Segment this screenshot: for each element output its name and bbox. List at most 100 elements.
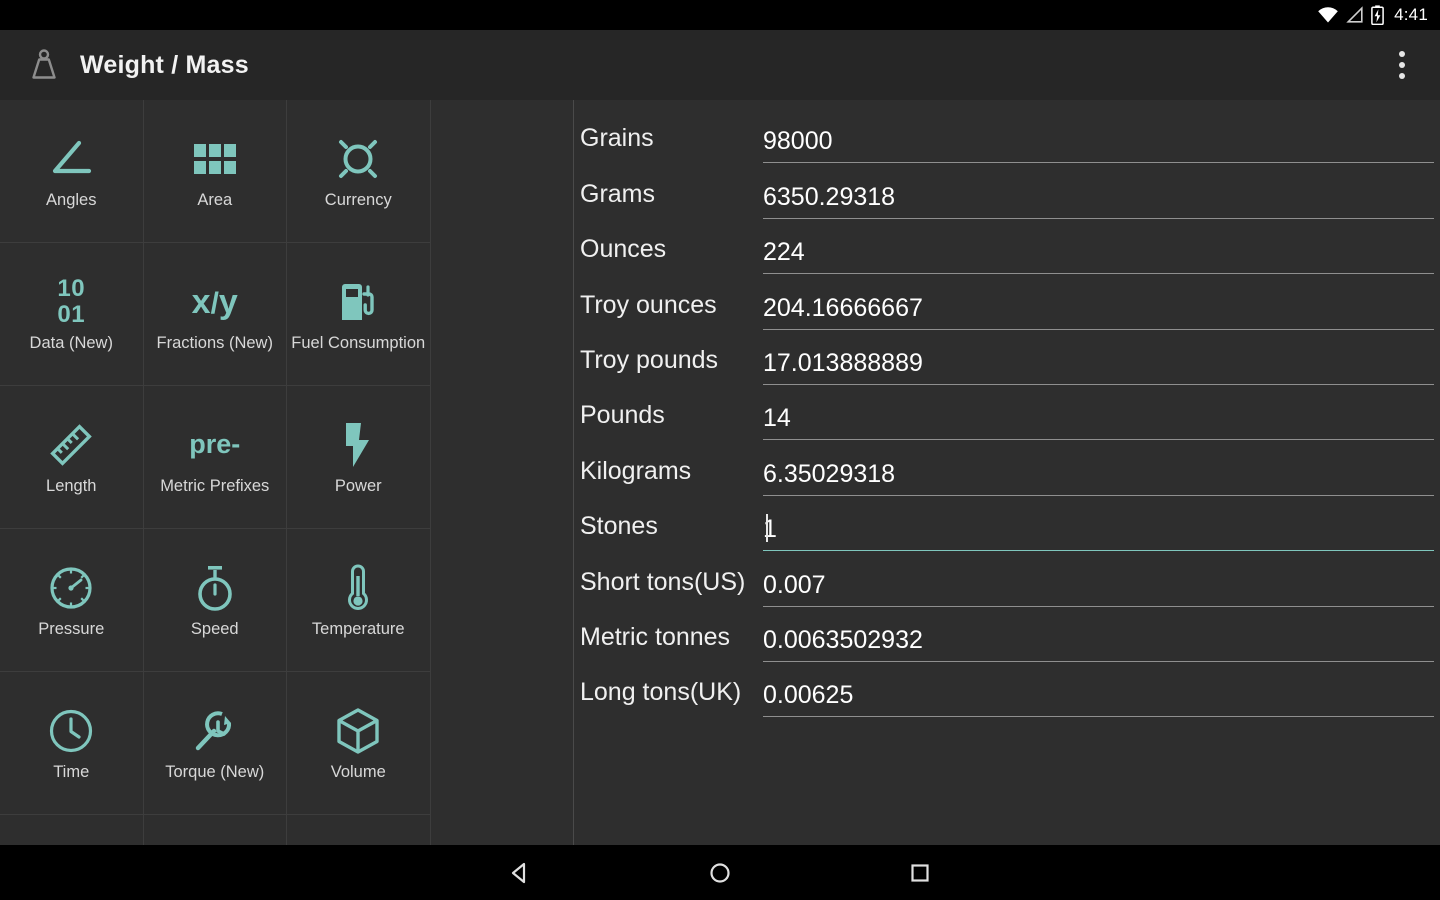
conversion-row[interactable]: Pounds 14 bbox=[574, 385, 1440, 441]
category-power[interactable]: Power bbox=[287, 386, 431, 529]
text-caret bbox=[766, 514, 768, 543]
status-time: 4:41 bbox=[1394, 5, 1428, 24]
category-label: Metric Prefixes bbox=[160, 476, 270, 495]
unit-input-short-tons-us[interactable]: 0.007 bbox=[763, 551, 1434, 607]
binary-data-icon: 10 01 bbox=[57, 276, 85, 328]
category-currency[interactable]: Currency bbox=[287, 100, 431, 243]
conversion-row[interactable]: Troy pounds 17.013888889 bbox=[574, 330, 1440, 385]
category-speed[interactable]: Speed bbox=[143, 529, 287, 672]
unit-label: Long tons(UK) bbox=[580, 678, 742, 707]
category-metric-prefixes[interactable]: pre- Metric Prefixes bbox=[143, 386, 287, 529]
unit-input-stones[interactable]: 1 bbox=[763, 496, 1434, 552]
conversion-row[interactable]: Kilograms 6.35029318 bbox=[574, 440, 1440, 496]
thermometer-icon bbox=[345, 562, 371, 614]
unit-label: Troy pounds bbox=[580, 345, 719, 374]
area-grid-icon bbox=[193, 133, 237, 185]
clock-icon bbox=[48, 705, 94, 757]
unit-input-troy-pounds[interactable]: 17.013888889 bbox=[763, 330, 1434, 385]
conversion-row[interactable]: Long tons(UK) 0.00625 bbox=[574, 662, 1440, 718]
conversion-row[interactable]: Grams 6350.29318 bbox=[574, 163, 1440, 219]
category-temperature[interactable]: Temperature bbox=[287, 529, 431, 672]
fuel-pump-icon bbox=[335, 276, 381, 328]
unit-label: Kilograms bbox=[580, 456, 692, 485]
category-volume[interactable]: Volume bbox=[287, 672, 431, 815]
unit-value: 14 bbox=[763, 404, 791, 433]
unit-value: 98000 bbox=[763, 127, 833, 156]
weight-icon bbox=[26, 47, 62, 83]
overflow-dot bbox=[1399, 62, 1405, 68]
category-angles[interactable]: Angles bbox=[0, 100, 144, 243]
prefix-glyph: pre- bbox=[189, 429, 241, 460]
unit-value: 17.013888889 bbox=[763, 348, 923, 377]
unit-value: 0.0063502932 bbox=[763, 625, 923, 654]
recents-icon[interactable] bbox=[888, 845, 952, 900]
wifi-icon bbox=[1317, 6, 1339, 24]
unit-value: 6350.29318 bbox=[763, 182, 896, 211]
category-label: Currency bbox=[324, 190, 392, 209]
unit-value: 224 bbox=[763, 238, 805, 267]
fraction-denominator: y bbox=[218, 282, 238, 321]
category-label: Speed bbox=[190, 619, 239, 638]
category-label: Torque (New) bbox=[165, 762, 265, 781]
conversion-row[interactable]: Ounces 224 bbox=[574, 219, 1440, 275]
unit-input-grains[interactable]: 98000 bbox=[763, 108, 1434, 164]
category-length[interactable]: Length bbox=[0, 386, 144, 529]
unit-input-long-tons-uk[interactable]: 0.00625 bbox=[763, 662, 1434, 718]
unit-label: Short tons(US) bbox=[580, 567, 746, 596]
currency-icon bbox=[335, 133, 381, 185]
status-bar: 4:41 bbox=[0, 0, 1440, 30]
system-nav-bar bbox=[0, 845, 1440, 900]
prefix-icon: pre- bbox=[189, 419, 240, 471]
category-pressure[interactable]: Pressure bbox=[0, 529, 144, 672]
unit-label: Ounces bbox=[580, 235, 667, 264]
category-label: Time bbox=[53, 762, 90, 781]
binary-bottom: 01 bbox=[57, 300, 86, 328]
conversion-row[interactable]: Grains 98000 bbox=[574, 108, 1440, 164]
conversion-row[interactable]: Stones 1 bbox=[574, 496, 1440, 552]
category-label: Temperature bbox=[311, 619, 405, 638]
fraction-numerator: x bbox=[191, 282, 211, 321]
category-fractions[interactable]: x/y Fractions (New) bbox=[143, 243, 287, 386]
category-data[interactable]: 10 01 Data (New) bbox=[0, 243, 144, 386]
category-label: Area bbox=[197, 190, 233, 209]
wrench-rotate-icon bbox=[191, 705, 239, 757]
binary-top: 10 bbox=[57, 275, 86, 303]
cube-icon bbox=[335, 705, 381, 757]
conversion-row[interactable]: Troy ounces 204.16666667 bbox=[574, 274, 1440, 330]
unit-value: 0.007 bbox=[763, 570, 826, 599]
page-title: Weight / Mass bbox=[80, 50, 249, 79]
lightning-bolt-icon bbox=[341, 419, 375, 471]
angle-icon bbox=[47, 133, 95, 185]
overflow-menu-button[interactable] bbox=[1374, 37, 1430, 93]
category-label: Data (New) bbox=[29, 333, 113, 352]
category-time[interactable]: Time bbox=[0, 672, 144, 815]
category-label: Power bbox=[334, 476, 382, 495]
unit-input-metric-tonnes[interactable]: 0.0063502932 bbox=[763, 607, 1434, 662]
conversion-row[interactable]: Metric tonnes 0.0063502932 bbox=[574, 607, 1440, 662]
unit-input-ounces[interactable]: 224 bbox=[763, 219, 1434, 275]
unit-label: Stones bbox=[580, 512, 658, 541]
app-root: 4:41 Weight / Mass Angles Area Currency … bbox=[0, 0, 1440, 900]
battery-charging-icon bbox=[1371, 5, 1384, 25]
home-icon[interactable] bbox=[688, 845, 752, 900]
unit-value: 0.00625 bbox=[763, 681, 854, 710]
unit-input-grams[interactable]: 6350.29318 bbox=[763, 163, 1434, 219]
unit-input-pounds[interactable]: 14 bbox=[763, 385, 1434, 441]
conversion-row[interactable]: Short tons(US) 0.007 bbox=[574, 551, 1440, 607]
category-label: Pressure bbox=[38, 619, 105, 638]
category-area[interactable]: Area bbox=[143, 100, 287, 243]
content-area: Angles Area Currency 10 01 Data (New) x/… bbox=[0, 100, 1440, 845]
unit-input-troy-ounces[interactable]: 204.16666667 bbox=[763, 274, 1434, 330]
category-fuel-consumption[interactable]: Fuel Consumption bbox=[287, 243, 431, 386]
back-icon[interactable] bbox=[488, 845, 552, 900]
category-grid: Angles Area Currency 10 01 Data (New) x/… bbox=[0, 100, 574, 845]
category-label: Fractions (New) bbox=[156, 333, 273, 352]
stopwatch-icon bbox=[193, 562, 237, 614]
unit-label: Grains bbox=[580, 124, 654, 153]
unit-input-kilograms[interactable]: 6.35029318 bbox=[763, 440, 1434, 496]
category-torque[interactable]: Torque (New) bbox=[143, 672, 287, 815]
grid-empty-cell bbox=[287, 815, 431, 845]
unit-label: Pounds bbox=[580, 401, 665, 430]
category-weight-mass[interactable]: Weight / Mass bbox=[0, 815, 144, 845]
fraction-slash: / bbox=[210, 286, 219, 320]
